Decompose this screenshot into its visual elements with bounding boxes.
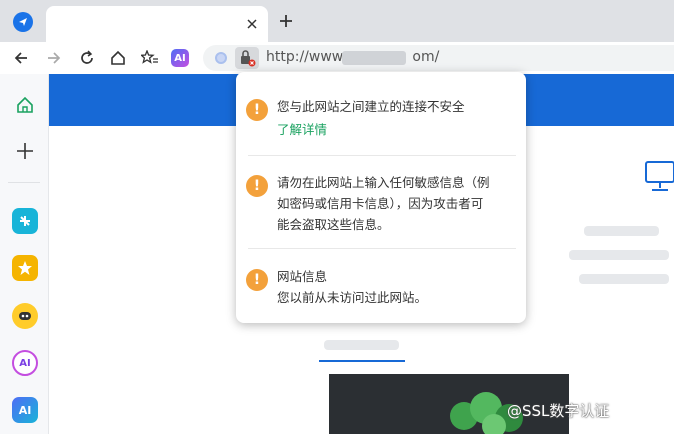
shield-icon[interactable] xyxy=(215,52,227,64)
new-tab-plus-icon[interactable] xyxy=(276,11,296,31)
learn-more-link[interactable]: 了解详情 xyxy=(277,119,327,138)
warning-icon: ! xyxy=(246,175,268,197)
site-info-text: 您以前从未访问过此网站。 xyxy=(277,290,428,305)
warning-icon: ! xyxy=(246,269,268,291)
site-security-popup: ! 您与此网站之间建立的连接不安全 了解详情 ! 请勿在此网站上输入任何敏感信息… xyxy=(236,72,526,323)
sensitive-info-warning: 请勿在此网站上输入任何敏感信息（例 如密码或信用卡信息），因为攻击者可 能会盗取… xyxy=(277,172,490,235)
not-secure-lock-icon[interactable] xyxy=(235,47,259,69)
reload-icon[interactable] xyxy=(76,47,98,69)
sidebar-home-icon[interactable] xyxy=(12,92,38,118)
url-suffix: om/ xyxy=(412,49,440,65)
browser-logo-icon[interactable] xyxy=(13,12,33,32)
tab-title xyxy=(62,16,212,32)
sidebar-app-cyan-icon[interactable] xyxy=(12,208,38,234)
url-prefix: http://www. xyxy=(266,49,347,65)
blurred-text xyxy=(584,226,659,236)
blurred-tab-label xyxy=(324,340,399,350)
sidebar-divider xyxy=(8,182,40,183)
url-redaction-blur xyxy=(342,51,406,65)
blurred-text xyxy=(579,274,669,284)
sidebar-chat-bot-icon[interactable] xyxy=(12,303,38,329)
sidebar-star-icon[interactable] xyxy=(12,255,38,281)
sidebar: AI AI xyxy=(0,74,49,434)
active-tab-underline xyxy=(319,360,405,362)
address-bar[interactable]: http://www. om/ xyxy=(203,45,674,71)
browser-tab[interactable] xyxy=(46,6,268,42)
forward-arrow-icon[interactable] xyxy=(43,47,65,69)
sidebar-add-icon[interactable] xyxy=(12,138,38,164)
popup-divider xyxy=(248,248,516,249)
blurred-text xyxy=(569,250,669,260)
back-arrow-icon[interactable] xyxy=(10,47,32,69)
favorites-star-icon[interactable] xyxy=(139,47,161,69)
site-info-section[interactable]: 网站信息 您以前从未访问过此网站。 xyxy=(277,266,427,308)
warning-icon: ! xyxy=(246,99,268,121)
watermark-text: @SSL数字认证 xyxy=(507,402,610,420)
sidebar-ai-square-icon[interactable]: AI xyxy=(12,397,38,423)
tab-strip xyxy=(0,0,674,42)
home-icon[interactable] xyxy=(107,47,129,69)
browser-toolbar: AI http://www. om/ xyxy=(0,42,674,74)
sidebar-ai-circle-icon[interactable]: AI xyxy=(12,350,38,376)
monitor-icon xyxy=(645,161,674,191)
site-info-title: 网站信息 xyxy=(277,269,328,284)
warning-line: 如密码或信用卡信息），因为攻击者可 xyxy=(277,196,484,211)
close-icon[interactable] xyxy=(242,14,262,34)
warning-line: 能会盗取这些信息。 xyxy=(277,217,390,232)
popup-divider xyxy=(248,155,516,156)
ai-assistant-button[interactable]: AI xyxy=(171,49,189,67)
insecure-connection-text: 您与此网站之间建立的连接不安全 xyxy=(277,99,465,114)
warning-line: 请勿在此网站上输入任何敏感信息（例 xyxy=(277,175,490,190)
